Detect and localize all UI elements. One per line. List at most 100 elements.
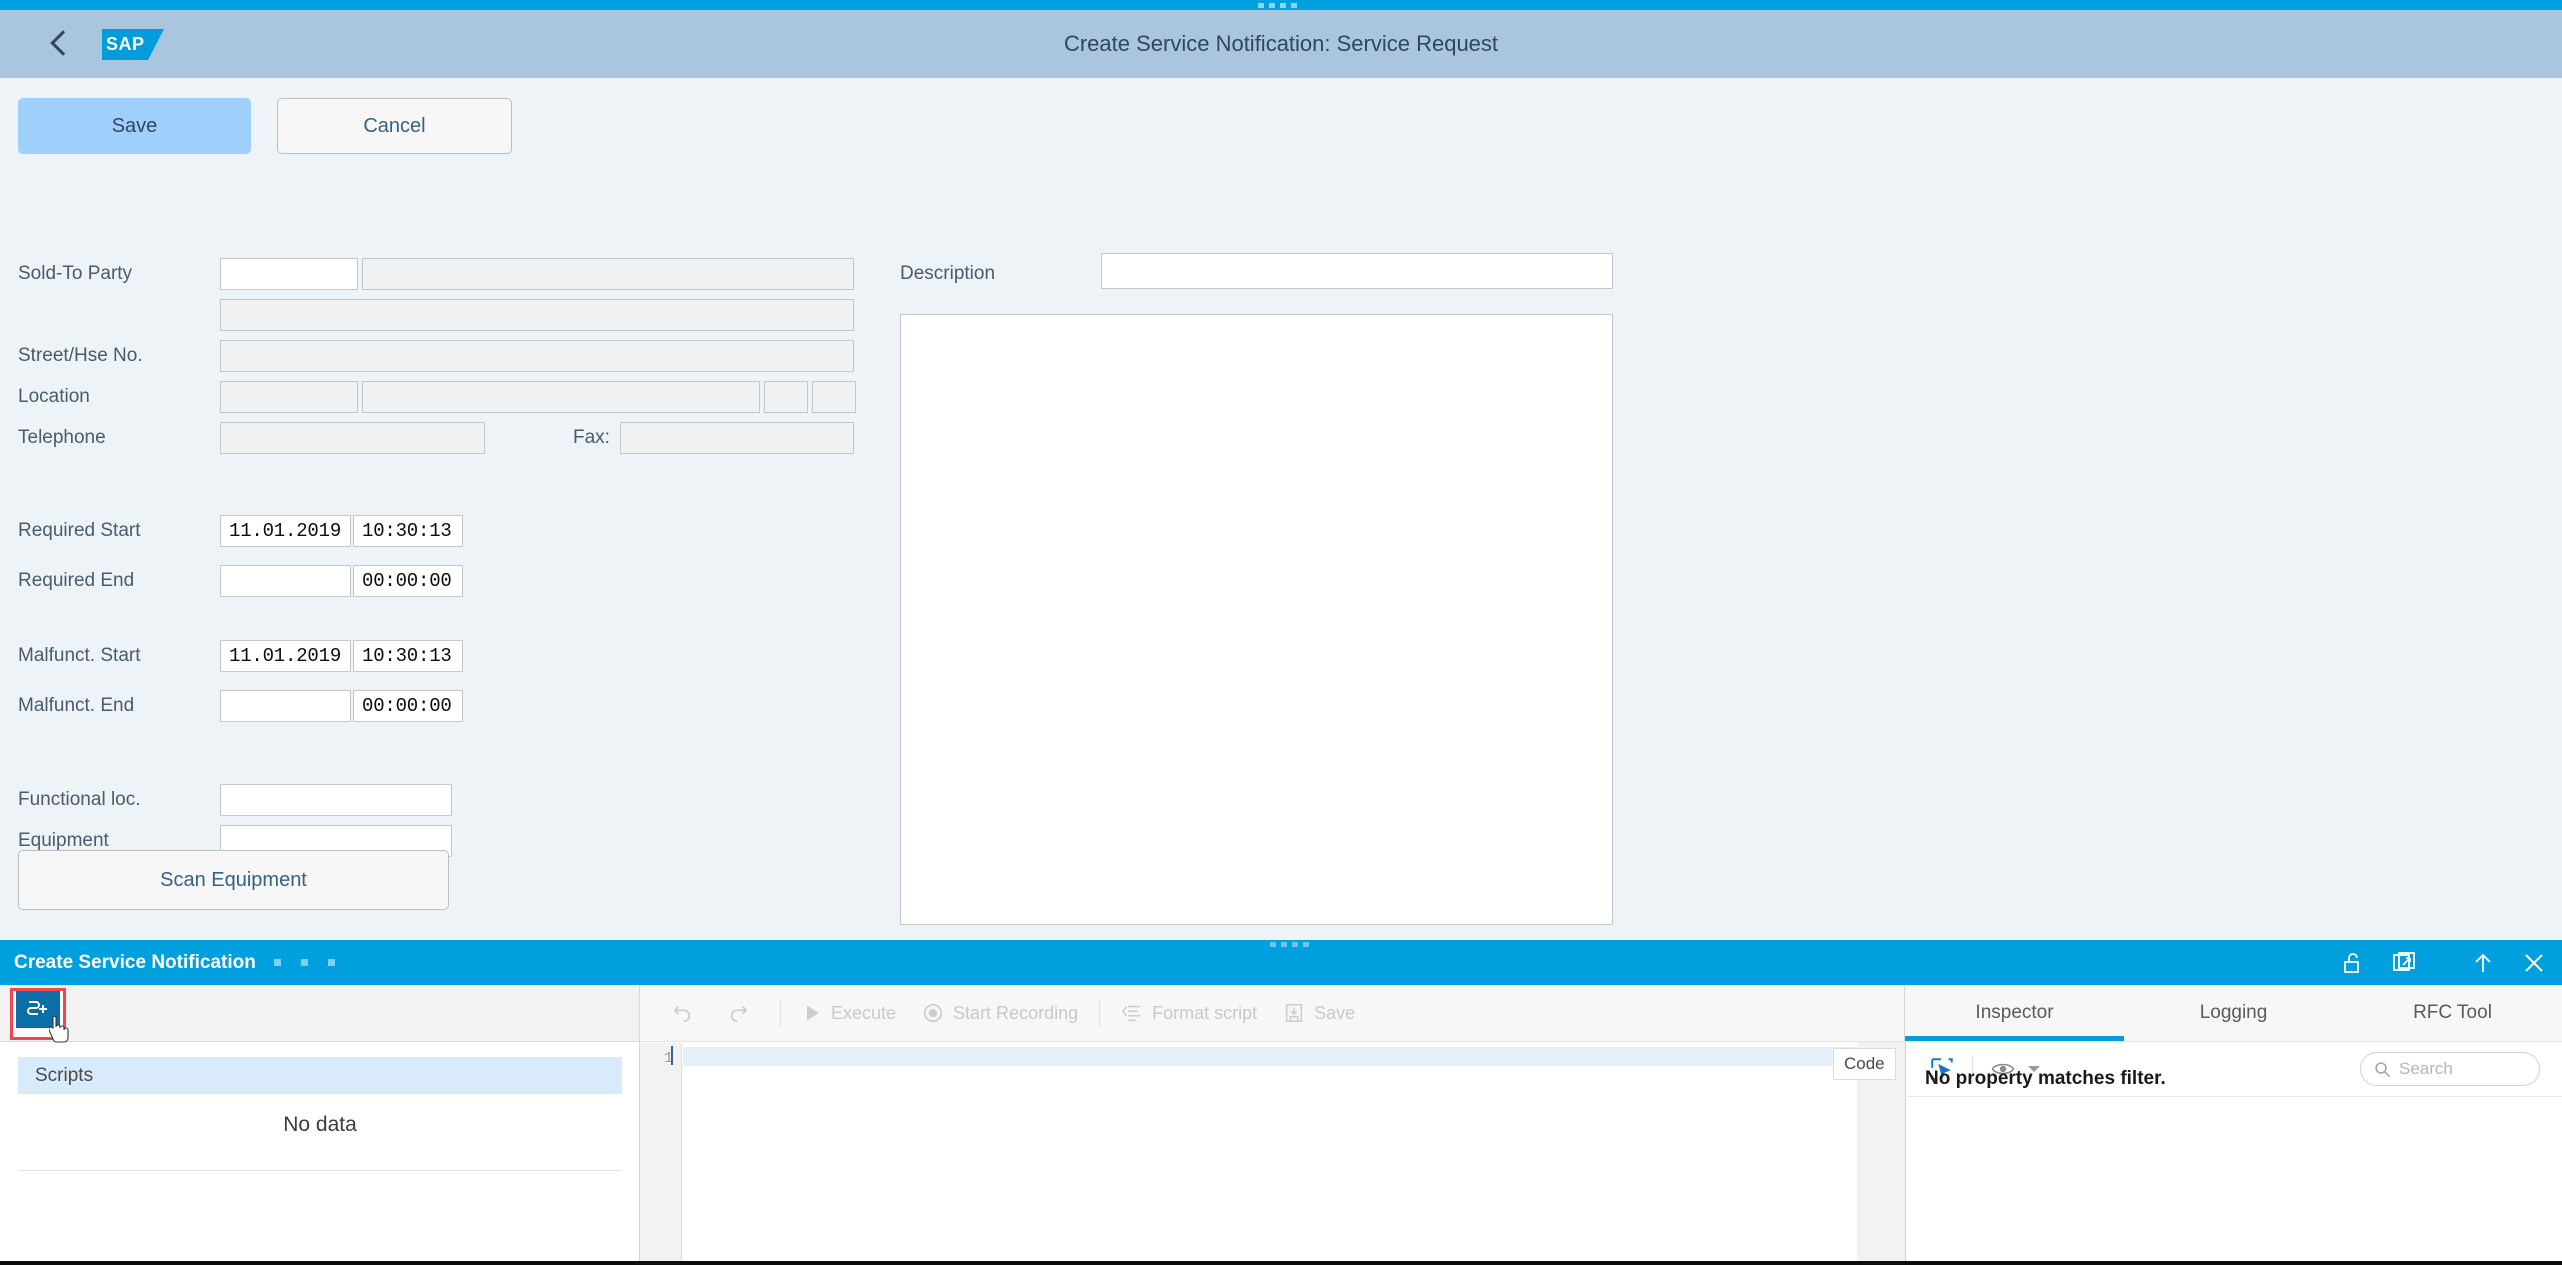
code-tooltip: Code — [1833, 1048, 1896, 1080]
dev-tool-panel-splitter-grip[interactable] — [1270, 942, 1309, 947]
script-editor-toolbar: Execute Start Recording Format script Sa… — [640, 985, 1904, 1042]
cancel-button[interactable]: Cancel — [277, 98, 512, 154]
action-button-row: Save Cancel — [18, 98, 512, 154]
tab-rfc-tool[interactable]: RFC Tool — [2343, 985, 2562, 1041]
label-functional-location: Functional loc. — [18, 788, 141, 810]
save-script-label: Save — [1314, 1002, 1356, 1023]
script-editor-column: Execute Start Recording Format script Sa… — [640, 985, 1905, 1265]
input-functional-location[interactable] — [220, 783, 452, 816]
input-fax[interactable] — [620, 421, 854, 454]
add-script-button[interactable] — [10, 988, 69, 1043]
input-location-country[interactable] — [812, 380, 856, 413]
execute-label: Execute — [831, 1002, 897, 1023]
search-input[interactable]: Search — [2360, 1052, 2540, 1086]
toolbar-divider-2 — [1099, 999, 1101, 1027]
form-area: Save Cancel Sold-To Party Street/Hse No.… — [0, 78, 2562, 940]
start-recording-button[interactable]: Start Recording — [909, 993, 1091, 1033]
search-placeholder: Search — [2399, 1059, 2453, 1078]
left-form-column: Sold-To Party Street/Hse No. Location Te… — [0, 253, 880, 861]
sap-shell-header: SAP Create Service Notification: Service… — [0, 10, 2562, 78]
label-location: Location — [18, 385, 90, 407]
redo-button[interactable] — [715, 993, 772, 1033]
editor-active-line[interactable] — [683, 1047, 1905, 1066]
field-row-sold-to-party: Sold-To Party — [0, 253, 880, 294]
label-street: Street/Hse No. — [18, 344, 143, 366]
popout-window-icon[interactable] — [2392, 951, 2416, 975]
input-required-end-time[interactable]: 00:00:00 — [353, 565, 463, 597]
label-malfunction-end: Malfunct. End — [18, 695, 135, 716]
scripts-column-header-label: Scripts — [35, 1064, 94, 1086]
field-row-telephone: Telephone Fax: — [0, 417, 880, 458]
input-address-line[interactable] — [220, 298, 854, 331]
dev-tool-panel-title: Create Service Notification — [14, 951, 256, 973]
field-row-location: Location — [0, 376, 880, 417]
scripts-divider — [18, 1170, 622, 1171]
field-row-address-line — [0, 294, 880, 335]
input-malfunction-end-time[interactable]: 00:00:00 — [353, 690, 463, 722]
input-location-name[interactable] — [362, 380, 760, 413]
save-script-button[interactable]: Save — [1270, 993, 1368, 1033]
execute-button[interactable]: Execute — [789, 993, 909, 1033]
scan-equipment-button[interactable]: Scan Equipment — [18, 850, 449, 910]
editor-caret — [671, 1046, 673, 1065]
scripts-column-header[interactable]: Scripts — [18, 1057, 622, 1094]
page-title: Create Service Notification: Service Req… — [1063, 31, 1499, 56]
undo-button[interactable] — [658, 993, 715, 1033]
dev-tool-panel-header-icons — [2341, 940, 2546, 985]
start-recording-label: Start Recording — [953, 1002, 1079, 1023]
input-street[interactable] — [220, 339, 854, 372]
tab-logging[interactable]: Logging — [2124, 985, 2343, 1041]
label-fax: Fax: — [573, 426, 610, 448]
toolbar-divider — [780, 999, 781, 1027]
input-required-start-date[interactable]: 11.01.2019 — [220, 515, 351, 547]
input-malfunction-start-date[interactable]: 11.01.2019 — [220, 640, 351, 672]
field-row-required-start: Required Start 11.01.2019 10:30:13 — [0, 506, 880, 556]
input-location-code[interactable] — [220, 380, 358, 413]
input-description[interactable] — [1101, 253, 1613, 289]
label-required-end: Required End — [18, 570, 135, 591]
dev-tool-panel: Create Service Notification Scripts No d… — [0, 940, 2562, 1265]
label-telephone: Telephone — [18, 426, 106, 448]
window-splitter-grip[interactable] — [1258, 3, 1304, 8]
window-top-strip — [0, 0, 2562, 10]
window-top-strip-accent — [0, 0, 2562, 10]
window-bottom-edge — [0, 1261, 2562, 1265]
label-equipment: Equipment — [18, 829, 109, 851]
input-required-end-date[interactable] — [220, 565, 351, 597]
format-script-button[interactable]: Format script — [1108, 993, 1270, 1033]
tab-inspector[interactable]: Inspector — [1905, 985, 2124, 1041]
scripts-toolbar — [0, 985, 639, 1043]
unlock-icon[interactable] — [2341, 951, 2365, 975]
inspector-column: Inspector Logging RFC Tool Code Search N… — [1833, 985, 2562, 1265]
input-required-start-time[interactable]: 10:30:13 — [353, 515, 463, 547]
input-location-region[interactable] — [764, 380, 808, 413]
input-malfunction-end-date[interactable] — [220, 690, 351, 722]
dev-tool-panel-dots — [273, 959, 335, 966]
add-script-icon — [16, 991, 60, 1028]
inspector-tab-bar: Inspector Logging RFC Tool — [1905, 985, 2562, 1042]
textarea-long-description[interactable] — [900, 314, 1613, 925]
format-script-label: Format script — [1152, 1002, 1258, 1023]
label-sold-to-party: Sold-To Party — [18, 262, 133, 284]
label-description: Description — [900, 263, 996, 284]
input-sold-to-party-desc[interactable] — [362, 257, 854, 290]
dev-tool-panel-body: Scripts No data Execute Start Recording … — [0, 985, 2562, 1265]
input-malfunction-start-time[interactable]: 10:30:13 — [353, 640, 463, 672]
maximize-up-icon[interactable] — [2471, 951, 2495, 975]
input-telephone[interactable] — [220, 421, 485, 454]
inspector-empty-message: No property matches filter. — [1925, 1068, 2166, 1089]
field-row-street: Street/Hse No. — [0, 335, 880, 376]
save-button[interactable]: Save — [18, 98, 251, 154]
label-malfunction-start: Malfunct. Start — [18, 645, 141, 666]
field-row-malfunction-end: Malfunct. End 00:00:00 — [0, 681, 880, 731]
search-icon — [2375, 1061, 2391, 1077]
editor-line-number: 1 — [663, 1050, 673, 1067]
input-sold-to-party[interactable] — [220, 257, 358, 290]
scripts-column: Scripts No data — [0, 985, 640, 1265]
field-row-malfunction-start: Malfunct. Start 11.01.2019 10:30:13 — [0, 631, 880, 681]
scripts-empty-state: No data — [283, 1113, 357, 1136]
dev-tool-panel-header: Create Service Notification — [0, 940, 2562, 985]
editor-line-number-gutter: 1 — [640, 1043, 682, 1265]
label-required-start: Required Start — [18, 520, 141, 541]
close-icon[interactable] — [2522, 951, 2546, 975]
